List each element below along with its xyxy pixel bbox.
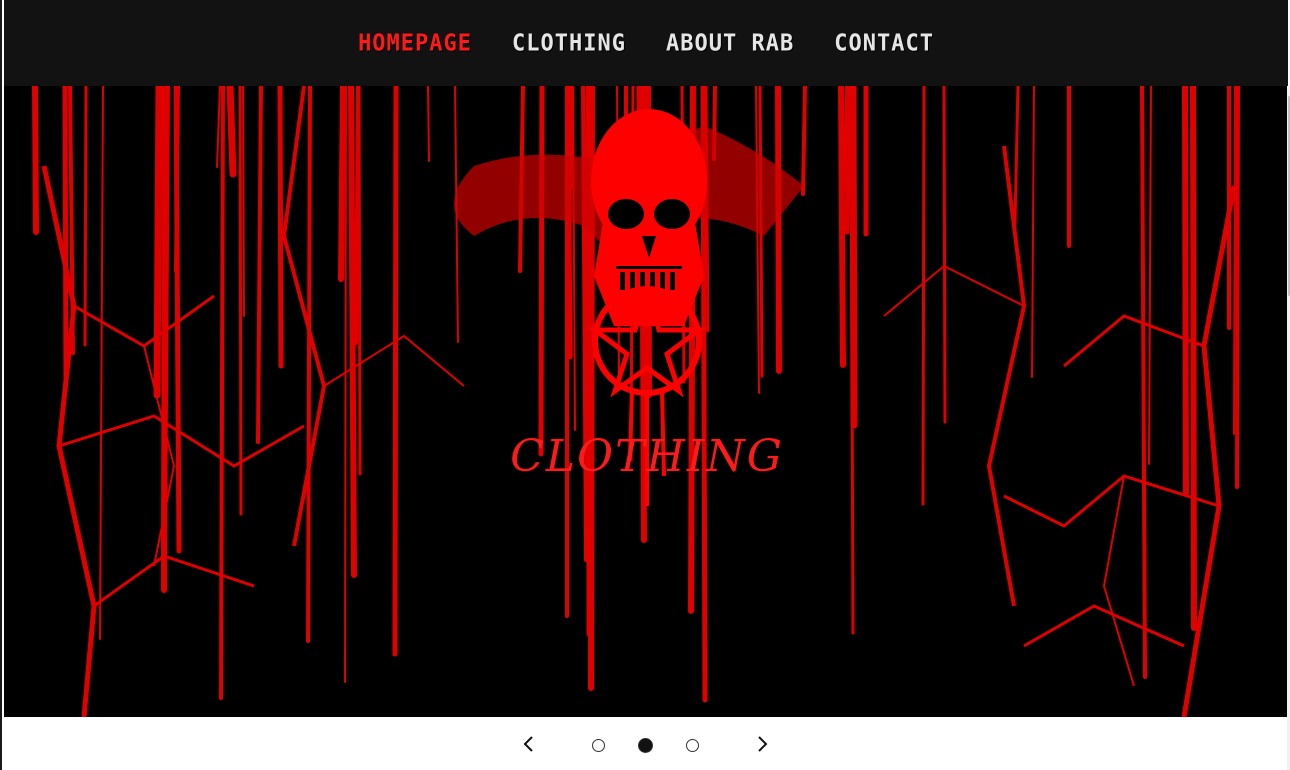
blood-drip bbox=[83, 86, 88, 347]
blood-drip bbox=[838, 86, 846, 368]
carousel-controls bbox=[4, 717, 1287, 770]
blood-drip bbox=[392, 86, 399, 657]
blood-drip bbox=[1182, 86, 1189, 496]
chevron-left-icon bbox=[523, 736, 533, 752]
carousel-dot-2[interactable] bbox=[638, 738, 653, 753]
page-frame: HOMEPAGE CLOTHING ABOUT RAB CONTACT CLOT… bbox=[0, 0, 1290, 770]
blood-drip bbox=[1233, 86, 1236, 435]
blood-drip bbox=[161, 86, 170, 557]
blood-drip bbox=[921, 86, 926, 506]
blood-drip bbox=[219, 86, 225, 700]
blood-drip bbox=[348, 86, 357, 578]
blood-drip bbox=[1190, 86, 1197, 631]
blood-drip bbox=[277, 86, 284, 369]
blood-drip bbox=[844, 86, 852, 235]
hero-banner: CLOTHING bbox=[4, 86, 1287, 717]
blood-drip bbox=[344, 86, 347, 683]
blood-drip bbox=[775, 86, 782, 374]
blood-drip bbox=[306, 86, 312, 643]
nav-item-contact[interactable]: CONTACT bbox=[834, 30, 934, 56]
blood-drip bbox=[32, 86, 39, 235]
carousel-next-button[interactable] bbox=[751, 733, 773, 755]
blood-drip bbox=[238, 86, 243, 516]
chevron-right-icon bbox=[758, 736, 768, 752]
nav-menu: HOMEPAGE CLOTHING ABOUT RAB CONTACT bbox=[4, 0, 1288, 86]
carousel-prev-button[interactable] bbox=[518, 733, 540, 755]
blood-drip bbox=[62, 86, 69, 380]
blood-drip bbox=[427, 86, 430, 162]
blood-drip bbox=[801, 86, 807, 196]
blood-drip bbox=[538, 86, 545, 457]
carousel-dot-3[interactable] bbox=[686, 739, 699, 752]
nav-item-clothing[interactable]: CLOTHING bbox=[512, 30, 626, 56]
carousel-dot-1[interactable] bbox=[592, 739, 605, 752]
blood-drip bbox=[173, 86, 182, 554]
blood-drip bbox=[338, 86, 346, 282]
blood-drip bbox=[242, 86, 245, 317]
nav-item-homepage[interactable]: HOMEPAGE bbox=[358, 30, 472, 56]
blood-drip bbox=[1235, 86, 1240, 489]
blood-drip bbox=[849, 86, 858, 429]
blood-drip bbox=[153, 86, 163, 399]
hero-artwork: CLOTHING bbox=[4, 86, 1287, 717]
blood-drip bbox=[226, 86, 237, 178]
blood-drip bbox=[942, 86, 947, 424]
top-navbar: HOMEPAGE CLOTHING ABOUT RAB CONTACT bbox=[4, 0, 1288, 87]
nav-item-about-rab[interactable]: ABOUT RAB bbox=[666, 30, 794, 56]
blood-drip bbox=[583, 86, 593, 460]
hero-logo-text: CLOTHING bbox=[510, 431, 784, 482]
blood-drip bbox=[357, 86, 362, 476]
